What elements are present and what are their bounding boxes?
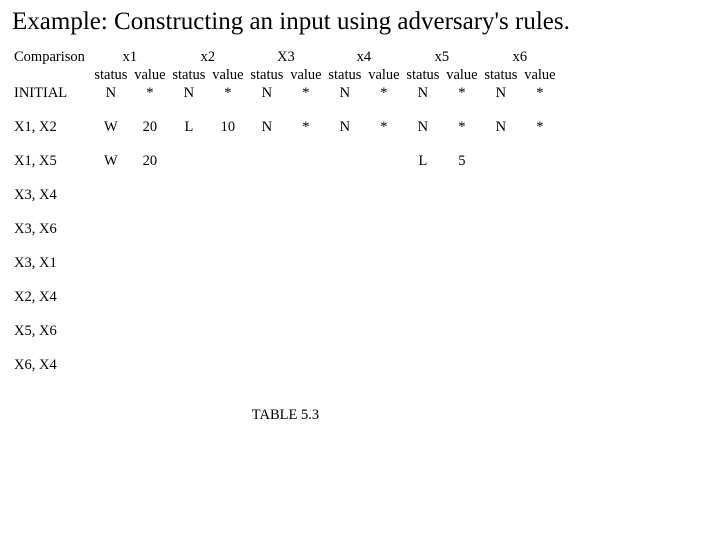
cell-status: L [403, 152, 443, 170]
cell-value: 20 [131, 152, 169, 170]
caption-row: TABLE 5.3 [12, 406, 559, 424]
table-row: X2, X4 [12, 288, 559, 306]
cell-value: * [521, 118, 559, 136]
header-status: status [403, 66, 443, 84]
table-row: X3, X6 [12, 220, 559, 238]
cell-status [325, 152, 365, 170]
row-label: X1, X2 [12, 118, 91, 136]
cell-value: * [521, 84, 559, 102]
header-var: x1 [91, 48, 169, 66]
header-comparison: Comparison [12, 48, 91, 66]
row-label: X1, X5 [12, 152, 91, 170]
row-label: X3, X1 [12, 254, 91, 272]
cell-status: L [169, 118, 209, 136]
cell-status: N [481, 118, 521, 136]
row-label: X5, X6 [12, 322, 91, 340]
cell-status [169, 152, 209, 170]
row-label: INITIAL [12, 84, 91, 102]
cell-value [365, 152, 403, 170]
cell-value: * [443, 84, 481, 102]
cell-value: 5 [443, 152, 481, 170]
table-row: X3, X1 [12, 254, 559, 272]
header-var: X3 [247, 48, 325, 66]
cell-value: * [209, 84, 247, 102]
cell-value: * [287, 118, 325, 136]
header-row-sub: status value status value status value s… [12, 66, 559, 84]
cell-value [209, 152, 247, 170]
table-row: X3, X4 [12, 186, 559, 204]
header-status: status [91, 66, 131, 84]
cell-status [481, 152, 521, 170]
header-value: value [365, 66, 403, 84]
cell-status: N [403, 84, 443, 102]
cell-status: N [247, 118, 287, 136]
table-caption: TABLE 5.3 [12, 406, 559, 424]
header-row-vars: Comparison x1 x2 X3 x4 x5 x6 [12, 48, 559, 66]
header-status: status [169, 66, 209, 84]
header-var: x5 [403, 48, 481, 66]
header-var: x2 [169, 48, 247, 66]
header-value: value [443, 66, 481, 84]
header-value: value [287, 66, 325, 84]
header-value: value [209, 66, 247, 84]
header-status: status [481, 66, 521, 84]
cell-status: N [325, 118, 365, 136]
cell-status: N [91, 84, 131, 102]
table-row: INITIAL N * N * N * N * N * N * [12, 84, 559, 102]
cell-status: N [325, 84, 365, 102]
header-value: value [521, 66, 559, 84]
header-var: x4 [325, 48, 403, 66]
cell-status [247, 152, 287, 170]
cell-status: N [403, 118, 443, 136]
table-row: X1, X2 W 20 L 10 N * N * N * N * [12, 118, 559, 136]
header-status: status [247, 66, 287, 84]
cell-status: N [169, 84, 209, 102]
cell-value: 20 [131, 118, 169, 136]
table-row: X6, X4 [12, 356, 559, 374]
row-label: X3, X6 [12, 220, 91, 238]
row-label: X6, X4 [12, 356, 91, 374]
cell-status: N [481, 84, 521, 102]
table-row: X1, X5 W 20 L 5 [12, 152, 559, 170]
cell-status: W [91, 118, 131, 136]
header-value: value [131, 66, 169, 84]
adversary-table: Comparison x1 x2 X3 x4 x5 x6 status valu… [12, 48, 559, 424]
cell-value [287, 152, 325, 170]
cell-value: 10 [209, 118, 247, 136]
cell-value: * [365, 84, 403, 102]
row-label: X2, X4 [12, 288, 91, 306]
table-row: X5, X6 [12, 322, 559, 340]
cell-value: * [287, 84, 325, 102]
cell-value: * [131, 84, 169, 102]
cell-status: W [91, 152, 131, 170]
cell-value: * [443, 118, 481, 136]
header-var: x6 [481, 48, 559, 66]
cell-status: N [247, 84, 287, 102]
row-label: X3, X4 [12, 186, 91, 204]
header-status: status [325, 66, 365, 84]
cell-value [521, 152, 559, 170]
page-title: Example: Constructing an input using adv… [12, 8, 708, 36]
cell-value: * [365, 118, 403, 136]
